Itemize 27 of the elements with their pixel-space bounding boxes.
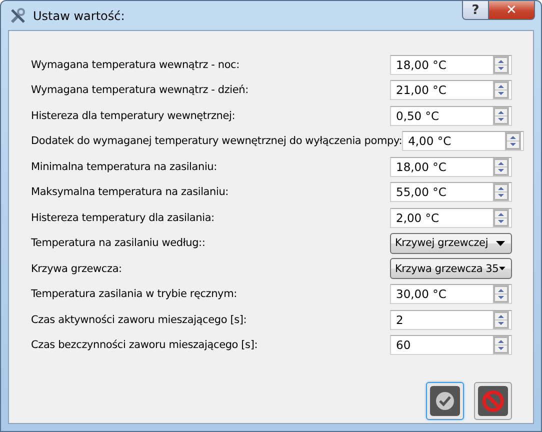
spin-box[interactable]: 2,00 °C: [390, 208, 512, 228]
setting-label: Czas aktywności zaworu mieszającego [s]:: [31, 314, 248, 326]
setting-label: Maksymalna temperatura na zasilaniu:: [31, 186, 230, 198]
window-title: Ustaw wartość:: [33, 9, 125, 23]
setting-label: Czas bezczynności zaworu mieszającego [s]:: [31, 339, 259, 352]
spin-box[interactable]: 21,00 °C: [390, 80, 512, 100]
spin-box[interactable]: 2: [390, 310, 512, 330]
setting-label: Temperatura zasilania w trybie ręcznym:: [31, 288, 238, 300]
setting-label: Wymagana temperatura wewnątrz - dzień:: [31, 84, 250, 96]
setting-label: Krzywa grzewcza:: [31, 262, 123, 275]
setting-label: Wymagana temperatura wewnątrz - noc:: [31, 58, 240, 71]
spin-box[interactable]: 0,50 °C: [390, 106, 512, 126]
setting-label: Temperatura na zasilaniu według::: [31, 237, 206, 250]
setting-label: Histereza dla temperatury wewnętrznej:: [31, 110, 236, 122]
spin-box[interactable]: 18,00 °C: [390, 156, 512, 177]
spin-box[interactable]: 30,00 °C: [390, 284, 512, 304]
setting-label: Dodatek do wymaganej temperatury wewnętrznej do wyłączenia pompy:: [31, 135, 402, 148]
dropdown[interactable]: Krzywa grzewcza 35: [390, 258, 512, 280]
setting-label: Minimalna temperatura na zasilaniu:: [31, 160, 218, 173]
spin-box[interactable]: 4,00 °C: [402, 131, 524, 152]
dropdown[interactable]: Krzywej grzewczej: [390, 232, 512, 254]
help-button[interactable]: ?: [462, 1, 489, 20]
setting-label: Histereza temperatury dla zasilania:: [31, 212, 216, 224]
spin-box[interactable]: 55,00 °C: [390, 182, 512, 202]
spin-box[interactable]: 18,00 °C: [390, 54, 512, 75]
spin-box[interactable]: 60: [390, 335, 512, 356]
close-button[interactable]: ✕: [489, 1, 535, 20]
